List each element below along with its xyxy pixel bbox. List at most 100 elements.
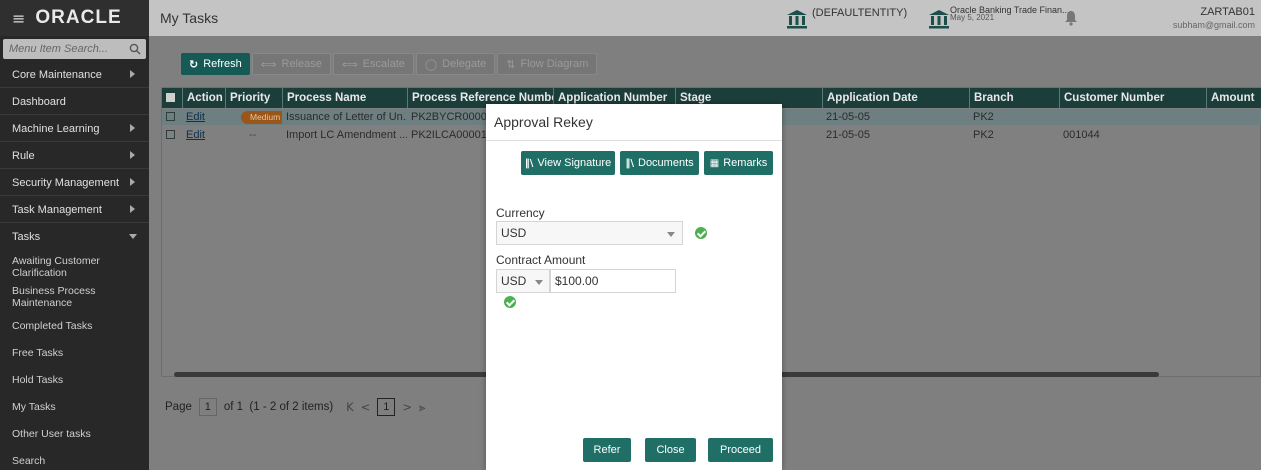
priority-cell: -- bbox=[249, 129, 257, 141]
flow-diagram-label: Flow Diagram bbox=[520, 58, 589, 70]
sidebar-subitem-label: Free Tasks bbox=[12, 347, 64, 359]
page-number-input[interactable]: 1 bbox=[198, 398, 217, 416]
release-label: Release bbox=[281, 58, 322, 70]
chevron-right-icon bbox=[130, 205, 135, 213]
current-page-button[interactable]: 1 bbox=[377, 398, 396, 416]
row-checkbox[interactable] bbox=[166, 130, 175, 139]
view-signature-button[interactable]: ‖\ View Signature bbox=[521, 151, 615, 175]
column-header-priority[interactable]: Priority bbox=[225, 88, 282, 108]
hamburger-menu-icon[interactable]: ≡ bbox=[12, 9, 25, 28]
remarks-label: Remarks bbox=[723, 157, 768, 169]
first-page-icon[interactable]: K bbox=[346, 400, 354, 414]
column-header-action[interactable]: Action bbox=[182, 88, 225, 108]
sidebar-item-label: Tasks bbox=[12, 231, 41, 243]
sidebar-item-core-maintenance[interactable]: Core Maintenance bbox=[0, 62, 149, 88]
remarks-button[interactable]: ▦ Remarks bbox=[704, 151, 773, 175]
search-icon[interactable] bbox=[129, 43, 141, 55]
column-header-customer-number[interactable]: Customer Number bbox=[1059, 88, 1206, 108]
select-all-checkbox[interactable] bbox=[166, 93, 175, 102]
branch-cell: PK2 bbox=[973, 129, 994, 141]
sidebar-item-label: Machine Learning bbox=[12, 122, 100, 135]
delegate-label: Delegate bbox=[442, 58, 487, 70]
sidebar-item-security-management[interactable]: Security Management bbox=[0, 170, 149, 196]
page-count-text: of 1 (1 - 2 of 2 items) bbox=[223, 401, 334, 413]
sidebar-subitem-completed-tasks[interactable]: Completed Tasks bbox=[0, 320, 149, 332]
column-header-amount[interactable]: Amount bbox=[1206, 88, 1261, 108]
proceed-button[interactable]: Proceed bbox=[708, 438, 773, 462]
sidebar-subitem-my-tasks[interactable]: My Tasks bbox=[0, 401, 149, 413]
escalate-button[interactable]: ⟺ Escalate bbox=[332, 53, 414, 75]
edit-link[interactable]: Edit bbox=[182, 127, 225, 143]
approval-rekey-dialog: Approval Rekey ‖\ View Signature ‖\ Docu… bbox=[486, 104, 782, 470]
chevron-right-icon bbox=[130, 151, 135, 159]
process-name-cell: Issuance of Letter of Un... bbox=[286, 111, 407, 123]
menu-search-input[interactable] bbox=[3, 39, 123, 59]
sidebar-subitem-label: Awaiting Customer Clarification bbox=[12, 255, 100, 279]
column-header-process-name[interactable]: Process Name bbox=[282, 88, 407, 108]
oracle-logo: ORACLE bbox=[35, 7, 122, 28]
documents-button[interactable]: ‖\ Documents bbox=[620, 151, 699, 175]
priority-badge: Medium bbox=[241, 111, 282, 124]
sidebar-item-task-management[interactable]: Task Management bbox=[0, 197, 149, 223]
amount-currency-select[interactable]: USD bbox=[496, 269, 550, 293]
contract-amount-input[interactable] bbox=[550, 269, 676, 293]
refer-button[interactable]: Refer bbox=[583, 438, 631, 462]
last-page-icon[interactable]: ⪢ bbox=[419, 400, 426, 415]
sidebar-subitem-awaiting-customer-clarification[interactable]: Awaiting Customer Clarification bbox=[0, 255, 149, 279]
sidebar-subitem-label: My Tasks bbox=[12, 401, 56, 413]
release-button[interactable]: ⟺ Release bbox=[251, 53, 331, 75]
customer-number-cell: 001044 bbox=[1063, 129, 1100, 141]
column-header-application-date[interactable]: Application Date bbox=[822, 88, 969, 108]
sidebar-subitem-search[interactable]: Search bbox=[0, 455, 149, 467]
refresh-label: Refresh bbox=[203, 58, 242, 70]
sidebar-item-machine-learning[interactable]: Machine Learning bbox=[0, 116, 149, 142]
chevron-down-icon bbox=[129, 234, 137, 239]
currency-label: Currency bbox=[496, 206, 545, 220]
sidebar-subitem-label: Search bbox=[12, 455, 46, 467]
delegate-button[interactable]: ◯ Delegate bbox=[415, 53, 496, 75]
branch-cell: PK2 bbox=[973, 111, 994, 123]
flow-diagram-button[interactable]: ⇅ Flow Diagram bbox=[497, 53, 598, 75]
sidebar-item-tasks[interactable]: Tasks bbox=[0, 224, 149, 250]
sidebar-subitem-label: Completed Tasks bbox=[12, 320, 93, 332]
delegate-icon: ◯ bbox=[424, 57, 438, 71]
chevron-right-icon bbox=[130, 178, 135, 186]
currency-select[interactable]: USD bbox=[496, 221, 683, 245]
bank-date: May 5, 2021 bbox=[950, 13, 995, 22]
user-id[interactable]: ZARTAB01 bbox=[1200, 6, 1255, 18]
page-label: Page bbox=[165, 401, 192, 413]
chevron-right-icon bbox=[130, 124, 135, 132]
application-date-cell: 21-05-05 bbox=[826, 129, 871, 141]
dialog-title: Approval Rekey bbox=[494, 114, 593, 130]
user-email: subham@gmail.com bbox=[1172, 20, 1255, 30]
library-icon: ‖\ bbox=[625, 157, 634, 169]
sidebar-item-rule[interactable]: Rule bbox=[0, 143, 149, 169]
process-name-cell: Import LC Amendment ... bbox=[286, 129, 407, 141]
row-checkbox[interactable] bbox=[166, 112, 175, 121]
chevron-right-icon bbox=[130, 70, 135, 78]
sidebar-item-dashboard[interactable]: Dashboard bbox=[0, 89, 149, 115]
application-date-cell: 21-05-05 bbox=[826, 111, 871, 123]
sidebar: Core Maintenance Dashboard Machine Learn… bbox=[0, 36, 149, 470]
sidebar-subitem-business-process-maintenance[interactable]: Business Process Maintenance bbox=[0, 285, 149, 309]
sidebar-subitem-label: Other User tasks bbox=[12, 428, 91, 440]
sidebar-subitem-free-tasks[interactable]: Free Tasks bbox=[0, 347, 149, 359]
edit-link[interactable]: Edit bbox=[182, 109, 225, 125]
sidebar-item-label: Core Maintenance bbox=[12, 68, 102, 81]
close-button[interactable]: Close bbox=[645, 438, 696, 462]
menu-search-box bbox=[3, 39, 146, 59]
entity-label[interactable]: (DEFAULTENTITY) bbox=[812, 7, 907, 19]
branch-building-icon[interactable] bbox=[928, 9, 950, 29]
bank-building-icon[interactable] bbox=[786, 9, 808, 29]
sidebar-subitem-hold-tasks[interactable]: Hold Tasks bbox=[0, 374, 149, 386]
escalate-label: Escalate bbox=[362, 58, 405, 70]
sidebar-subitem-other-user-tasks[interactable]: Other User tasks bbox=[0, 428, 149, 440]
flow-diagram-icon: ⇅ bbox=[506, 57, 516, 71]
column-header-branch[interactable]: Branch bbox=[969, 88, 1059, 108]
previous-page-icon[interactable]: < bbox=[361, 400, 371, 414]
notification-bell-icon[interactable] bbox=[1064, 10, 1078, 26]
refresh-button[interactable]: ↻ Refresh bbox=[181, 53, 250, 75]
sidebar-item-label: Task Management bbox=[12, 203, 102, 216]
next-page-icon[interactable]: > bbox=[402, 400, 412, 414]
documents-label: Documents bbox=[638, 157, 694, 169]
